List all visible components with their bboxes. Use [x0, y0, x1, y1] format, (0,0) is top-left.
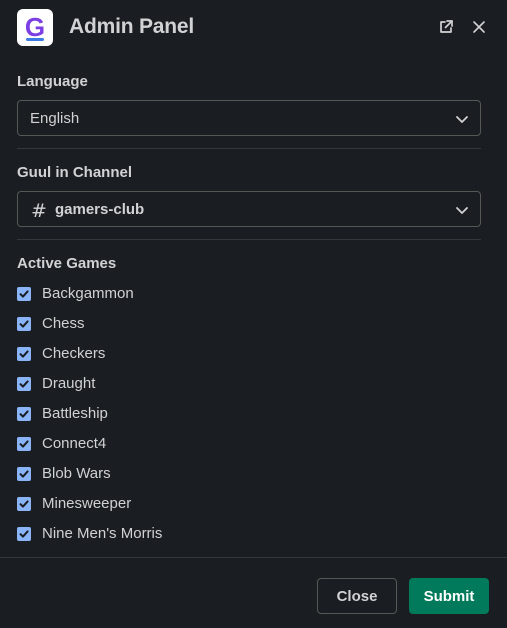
close-button[interactable]: Close: [317, 578, 397, 614]
game-checkbox-item[interactable]: Connect4: [17, 431, 477, 461]
submit-button[interactable]: Submit: [409, 578, 489, 614]
game-label: Draught: [42, 375, 96, 392]
external-link-icon: [440, 20, 453, 33]
chevron-down-icon: [456, 207, 468, 214]
checkmark-icon: [19, 350, 29, 358]
game-checkbox-item[interactable]: Chess: [17, 311, 477, 341]
game-checkbox-item[interactable]: Battleship: [17, 401, 477, 431]
game-label: Battleship: [42, 405, 108, 422]
divider: [17, 239, 481, 240]
checkmark-icon: [19, 410, 29, 418]
page-title: Admin Panel: [69, 15, 194, 38]
popout-button[interactable]: [436, 17, 456, 37]
chevron-down-icon: [456, 116, 468, 123]
game-label: Chess: [42, 315, 85, 332]
language-label: Language: [17, 73, 88, 90]
channel-label: Guul in Channel: [17, 164, 132, 181]
game-label: Minesweeper: [42, 495, 132, 512]
checkmark-icon: [19, 320, 29, 328]
game-label: Connect4: [42, 435, 107, 452]
checkbox[interactable]: [17, 317, 31, 331]
checkbox[interactable]: [17, 527, 31, 541]
checkbox[interactable]: [17, 377, 31, 391]
channel-select[interactable]: # gamers-club: [17, 191, 481, 227]
checkmark-icon: [19, 290, 29, 298]
hash-icon: #: [31, 200, 47, 222]
checkmark-icon: [19, 440, 29, 448]
game-checkbox-item[interactable]: Checkers: [17, 341, 477, 371]
checkbox[interactable]: [17, 407, 31, 421]
checkbox[interactable]: [17, 347, 31, 361]
close-modal-button[interactable]: [469, 17, 489, 37]
channel-value: gamers-club: [55, 201, 145, 218]
active-games-label: Active Games: [17, 255, 117, 272]
app-logo: G: [17, 9, 53, 46]
checkmark-icon: [19, 500, 29, 508]
divider: [17, 148, 481, 149]
checkmark-icon: [19, 380, 29, 388]
game-checkbox-item[interactable]: Draught: [17, 371, 477, 401]
game-label: Nine Men's Morris: [42, 525, 163, 542]
games-checklist: Backgammon Chess Checkers Draught Battleship…: [17, 281, 477, 551]
game-label: Checkers: [42, 345, 106, 362]
language-select[interactable]: English: [17, 100, 481, 136]
game-label: Blob Wars: [42, 465, 111, 482]
checkmark-icon: [19, 470, 29, 478]
checkbox[interactable]: [17, 467, 31, 481]
checkbox[interactable]: [17, 287, 31, 301]
language-value: English: [30, 110, 80, 127]
checkbox[interactable]: [17, 497, 31, 511]
close-icon: [473, 21, 485, 33]
game-checkbox-item[interactable]: Nine Men's Morris: [17, 521, 477, 551]
modal-header: G Admin Panel: [0, 0, 507, 56]
checkmark-icon: [19, 530, 29, 538]
game-label: Backgammon: [42, 285, 134, 302]
game-checkbox-item[interactable]: Minesweeper: [17, 491, 477, 521]
admin-panel-modal: G Admin Panel Language English Guul in C…: [0, 0, 507, 628]
checkbox[interactable]: [17, 437, 31, 451]
footer-divider: [0, 557, 507, 558]
game-checkbox-item[interactable]: Blob Wars: [17, 461, 477, 491]
logo-letter: G: [25, 12, 45, 42]
game-checkbox-item[interactable]: Backgammon: [17, 281, 477, 311]
